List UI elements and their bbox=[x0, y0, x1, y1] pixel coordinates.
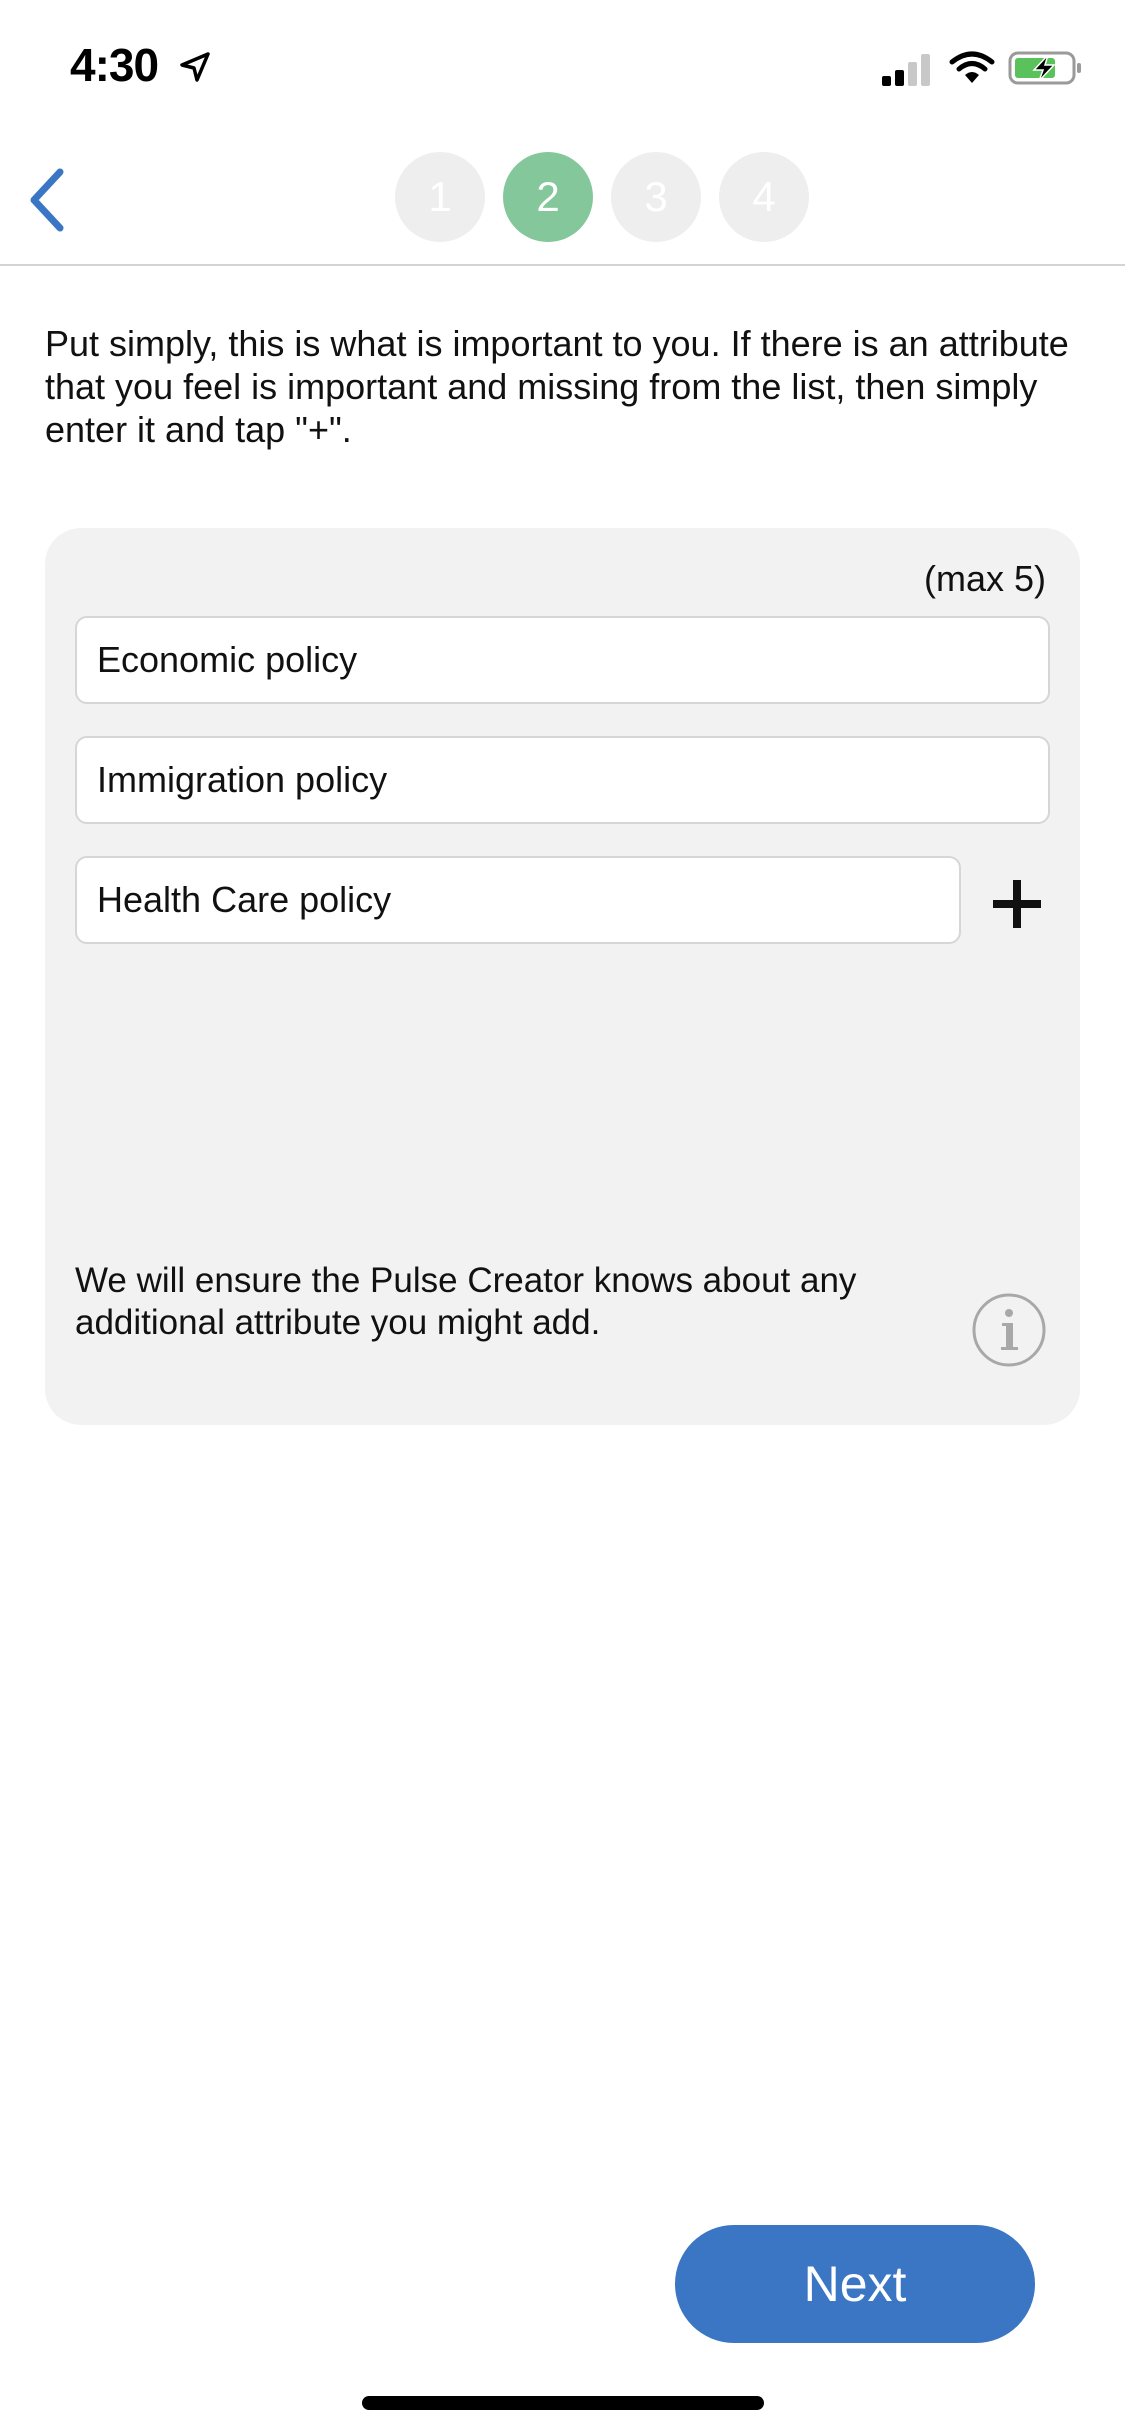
attribute-field-economic[interactable]: Economic policy bbox=[75, 616, 1050, 704]
home-indicator[interactable] bbox=[362, 2396, 764, 2410]
next-button[interactable]: Next bbox=[675, 2225, 1035, 2343]
max-label: (max 5) bbox=[923, 558, 1046, 599]
footer-note: We will ensure the Pulse Creator knows a… bbox=[75, 1261, 857, 1342]
step-4[interactable]: 4 bbox=[719, 152, 809, 242]
battery-charging-icon bbox=[1008, 51, 1081, 85]
step-1[interactable]: 1 bbox=[395, 152, 485, 242]
step-2[interactable]: 2 bbox=[503, 152, 593, 242]
attribute-field-immigration[interactable]: Immigration policy bbox=[75, 736, 1050, 824]
cellular-signal-icon bbox=[882, 54, 930, 86]
status-time: 4:30 bbox=[70, 39, 159, 91]
step-3[interactable]: 3 bbox=[611, 152, 701, 242]
back-button[interactable] bbox=[14, 162, 84, 238]
attributes-panel: (max 5) Economic policy Immigration poli… bbox=[45, 528, 1080, 1425]
plus-icon bbox=[993, 880, 1041, 928]
attribute-field-health-care[interactable]: Health Care policy bbox=[75, 856, 961, 944]
status-bar: 4:30 bbox=[0, 0, 1125, 132]
header: 1 2 3 4 bbox=[0, 132, 1125, 266]
step-indicator: 1 2 3 4 bbox=[395, 152, 815, 244]
intro-text: Put simply, this is what is important to… bbox=[45, 323, 1069, 450]
location-arrow-icon bbox=[180, 52, 210, 82]
add-attribute-button[interactable] bbox=[989, 876, 1045, 932]
info-icon[interactable] bbox=[971, 1292, 1047, 1368]
wifi-icon bbox=[949, 51, 995, 83]
